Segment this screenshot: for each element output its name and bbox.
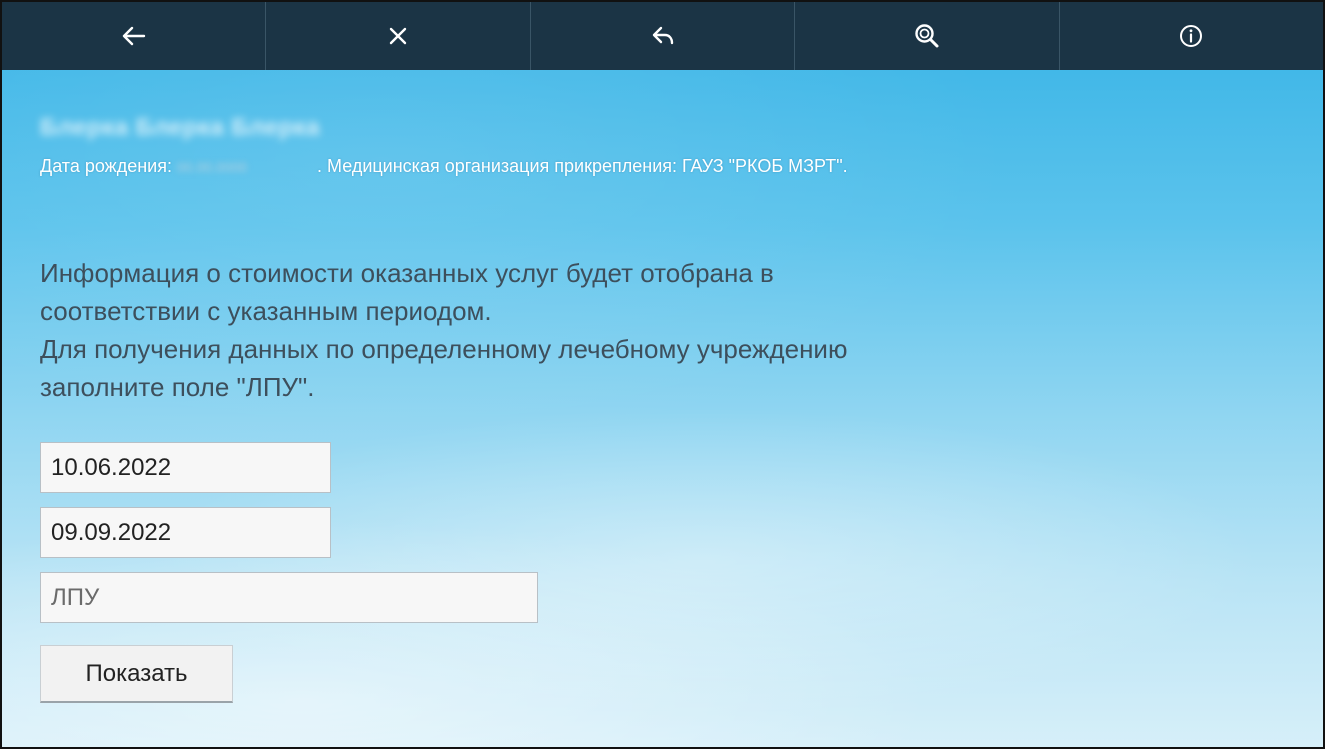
patient-header: Блерка Блерка Блерка Дата рождения: 00.0… <box>40 112 848 177</box>
close-button[interactable] <box>266 2 531 70</box>
info-line: заполните поле "ЛПУ". <box>40 372 315 402</box>
info-line: соответствии с указанным периодом. <box>40 296 492 326</box>
show-button[interactable]: Показать <box>40 645 233 703</box>
date-to-field[interactable] <box>40 507 331 558</box>
reply-button[interactable] <box>531 2 796 70</box>
back-button[interactable] <box>2 2 267 70</box>
app-window: Блерка Блерка Блерка Дата рождения: 00.0… <box>0 0 1325 749</box>
info-button[interactable] <box>1060 2 1323 70</box>
reply-icon <box>652 26 673 45</box>
info-text: Информация о стоимости оказанных услуг б… <box>40 254 1190 406</box>
dob-label: Дата рождения: <box>40 156 172 176</box>
search-icon <box>915 24 939 48</box>
patient-name: Блерка Блерка Блерка <box>40 114 320 141</box>
attached-organization: . Медицинская организация прикрепления: … <box>317 156 848 176</box>
info-line: Информация о стоимости оказанных услуг б… <box>40 258 774 288</box>
dob-value: 00.00.0000 <box>177 159 248 176</box>
info-line: Для получения данных по определенному ле… <box>40 334 848 364</box>
arrow-left-icon <box>122 26 145 46</box>
info-icon <box>1180 25 1203 47</box>
search-button[interactable] <box>795 2 1060 70</box>
close-icon <box>389 27 407 45</box>
lpu-field[interactable] <box>40 572 538 623</box>
date-from-field[interactable] <box>40 442 331 493</box>
toolbar <box>2 2 1323 70</box>
patient-details: Дата рождения: 00.00.0000 . Медицинская о… <box>40 156 848 177</box>
